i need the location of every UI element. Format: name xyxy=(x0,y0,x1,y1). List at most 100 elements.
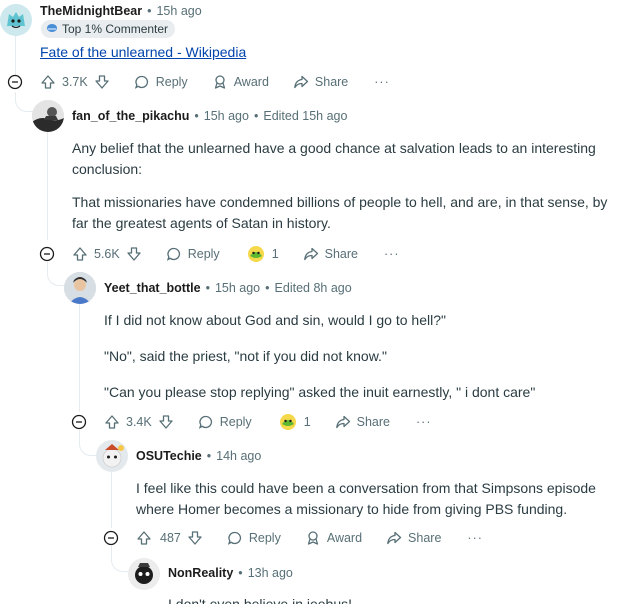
thread-line xyxy=(47,130,48,240)
award-badge-icon xyxy=(246,244,266,264)
award-label: Award xyxy=(233,75,269,89)
comment-paragraph: Any belief that the unlearned have a goo… xyxy=(72,140,596,177)
comment-paragraph: I don't even believe in jeebus! xyxy=(168,596,353,604)
share-button[interactable]: Share xyxy=(303,246,358,262)
author-name[interactable]: fan_of_the_pikachu xyxy=(72,109,189,123)
share-button[interactable]: Share xyxy=(386,530,441,546)
share-icon xyxy=(293,74,309,90)
more-options-button[interactable]: ··· xyxy=(384,247,400,261)
upvote-button[interactable] xyxy=(40,74,56,90)
comment-meta: fan_of_the_pikachu • 15h ago • Edited 15… xyxy=(72,109,348,123)
edited-label: Edited 8h ago xyxy=(274,281,352,295)
vote-count: 487 xyxy=(160,531,181,545)
award-badge-icon xyxy=(278,412,298,432)
share-icon xyxy=(386,530,402,546)
more-options-button[interactable]: ··· xyxy=(374,75,390,89)
more-options-button[interactable]: ··· xyxy=(416,415,432,429)
collapse-button[interactable] xyxy=(71,414,87,430)
thread-line xyxy=(111,472,112,528)
upvote-icon xyxy=(104,414,120,430)
award-button[interactable]: 1 xyxy=(246,244,279,264)
downvote-button[interactable] xyxy=(94,74,110,90)
comment-paragraph: If I did not know about God and sin, wou… xyxy=(104,312,446,328)
upvote-icon xyxy=(72,246,88,262)
thread-line xyxy=(79,304,80,412)
award-button[interactable]: Award xyxy=(305,530,362,546)
upvote-icon xyxy=(40,74,56,90)
reply-label: Reply xyxy=(155,75,188,89)
reply-button[interactable]: Reply xyxy=(198,414,252,430)
award-label: Award xyxy=(326,531,363,545)
comment-actions: 487 Reply Award Share ··· xyxy=(136,524,483,552)
downvote-icon xyxy=(126,246,142,262)
wikipedia-link[interactable]: Fate of the unlearned - Wikipedia xyxy=(40,44,246,60)
award-button[interactable]: Award xyxy=(212,74,269,90)
award-count: 1 xyxy=(271,247,279,261)
avatar[interactable] xyxy=(32,100,64,132)
share-label: Share xyxy=(314,75,349,89)
upvote-icon xyxy=(136,530,152,546)
flair-icon xyxy=(46,22,58,37)
avatar[interactable] xyxy=(64,272,96,304)
upvote-button[interactable] xyxy=(136,530,152,546)
comment-actions: 5.6K Reply 1 Share ··· xyxy=(72,240,400,268)
comment-paragraph: "Can you please stop replying" asked the… xyxy=(104,384,536,400)
comment-meta: TheMidnightBear • 15h ago xyxy=(40,4,202,18)
reply-icon xyxy=(198,414,214,430)
award-count: 1 xyxy=(303,415,311,429)
author-name[interactable]: Yeet_that_bottle xyxy=(104,281,201,295)
author-name[interactable]: OSUTechie xyxy=(136,449,202,463)
comment-paragraph: I feel like this could have been a conve… xyxy=(136,480,596,517)
author-name[interactable]: TheMidnightBear xyxy=(40,4,142,18)
comment-paragraph: That missionaries have condemned billion… xyxy=(72,194,608,231)
reply-label: Reply xyxy=(248,531,281,545)
share-label: Share xyxy=(324,247,358,261)
downvote-icon xyxy=(94,74,110,90)
comment-actions: 3.4K Reply 1 Share ··· xyxy=(104,408,432,436)
share-icon xyxy=(335,414,351,430)
thread-connector xyxy=(15,92,33,112)
reply-icon xyxy=(227,530,243,546)
timestamp[interactable]: 14h ago xyxy=(216,449,261,463)
collapse-button[interactable] xyxy=(39,246,55,262)
comment-meta: Yeet_that_bottle • 15h ago • Edited 8h a… xyxy=(104,281,352,295)
comment-body: I feel like this could have been a conve… xyxy=(136,478,606,520)
award-icon xyxy=(212,74,228,90)
comment-actions: 3.7K Reply Award Share ··· xyxy=(40,68,390,96)
downvote-button[interactable] xyxy=(187,530,203,546)
share-button[interactable]: Share xyxy=(335,414,390,430)
timestamp[interactable]: 15h ago xyxy=(204,109,249,123)
avatar[interactable] xyxy=(128,558,160,590)
more-options-button[interactable]: ··· xyxy=(467,531,483,545)
reply-label: Reply xyxy=(219,415,252,429)
upvote-button[interactable] xyxy=(104,414,120,430)
downvote-icon xyxy=(187,530,203,546)
upvote-button[interactable] xyxy=(72,246,88,262)
collapse-button[interactable] xyxy=(103,530,119,546)
collapse-button[interactable] xyxy=(7,74,23,90)
downvote-button[interactable] xyxy=(158,414,174,430)
timestamp[interactable]: 13h ago xyxy=(248,566,293,580)
edited-label: Edited 15h ago xyxy=(263,109,348,123)
comment-body: If I did not know about God and sin, wou… xyxy=(104,310,612,403)
avatar[interactable] xyxy=(96,440,128,472)
reply-button[interactable]: Reply xyxy=(134,74,188,90)
author-name[interactable]: NonReality xyxy=(168,566,233,580)
share-label: Share xyxy=(356,415,390,429)
flair-badge: Top 1% Commenter xyxy=(41,20,176,38)
avatar[interactable] xyxy=(0,4,32,36)
award-button[interactable]: 1 xyxy=(278,412,311,432)
timestamp[interactable]: 15h ago xyxy=(215,281,260,295)
comment-meta: OSUTechie • 14h ago xyxy=(136,449,262,463)
reply-icon xyxy=(134,74,150,90)
timestamp[interactable]: 15h ago xyxy=(156,4,201,18)
reply-button[interactable]: Reply xyxy=(166,246,220,262)
downvote-icon xyxy=(158,414,174,430)
reply-button[interactable]: Reply xyxy=(227,530,281,546)
thread-connector xyxy=(47,262,65,286)
comment-body: Any belief that the unlearned have a goo… xyxy=(72,138,612,234)
reply-label: Reply xyxy=(187,247,220,261)
downvote-button[interactable] xyxy=(126,246,142,262)
thread-connector xyxy=(111,546,129,572)
share-button[interactable]: Share xyxy=(293,74,348,90)
